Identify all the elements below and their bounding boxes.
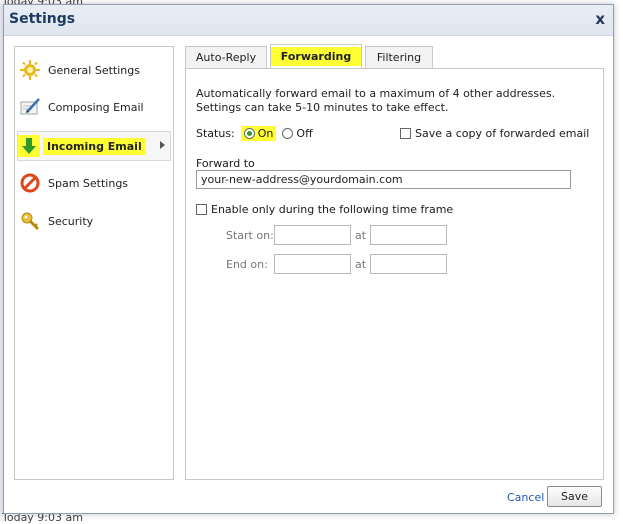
status-on-radio[interactable] — [243, 127, 255, 139]
start-time-input[interactable] — [370, 225, 447, 245]
sidebar-item-label: Composing Email — [48, 100, 144, 114]
status-on-option[interactable]: On — [240, 125, 277, 141]
start-on-row: Start on: at — [226, 225, 447, 245]
key-icon — [19, 210, 41, 232]
end-on-label: End on: — [226, 257, 268, 271]
prohibited-icon — [19, 172, 41, 194]
sidebar-item-spam-settings[interactable]: Spam Settings — [19, 170, 128, 196]
forward-to-label: Forward to — [196, 157, 255, 170]
save-copy-checkbox[interactable] — [400, 128, 411, 139]
pencil-paper-icon — [19, 96, 41, 118]
cancel-link[interactable]: Cancel — [507, 491, 544, 504]
sidebar-item-composing-email[interactable]: Composing Email — [19, 94, 144, 120]
save-copy-label: Save a copy of forwarded email — [415, 127, 590, 140]
tab-forwarding[interactable]: Forwarding — [270, 44, 362, 68]
settings-sidebar: General Settings Composing Email Incomin… — [14, 46, 174, 480]
tab-label: Auto-Reply — [195, 51, 257, 64]
save-button[interactable]: Save — [547, 486, 602, 507]
sidebar-item-incoming-email[interactable]: Incoming Email — [17, 131, 171, 161]
dialog-title: Settings — [9, 11, 76, 27]
end-time-input[interactable] — [370, 254, 447, 274]
save-copy-row: Save a copy of forwarded email — [400, 127, 589, 140]
forwarding-panel: Automatically forward email to a maximum… — [185, 68, 604, 480]
forward-to-input[interactable] — [196, 170, 571, 189]
enable-timeframe-label: Enable only during the following time fr… — [211, 203, 454, 216]
status-off-label: Off — [296, 126, 313, 140]
sidebar-item-general-settings[interactable]: General Settings — [19, 57, 140, 83]
settings-dialog: Settings x General Settings Composing Em… — [3, 4, 614, 514]
enable-timeframe-row: Enable only during the following time fr… — [196, 203, 453, 216]
start-date-input[interactable] — [274, 225, 351, 245]
dialog-titlebar: Settings x — [4, 5, 613, 36]
close-icon[interactable]: x — [595, 10, 605, 28]
status-label: Status: — [196, 126, 235, 140]
at-label: at — [354, 228, 367, 242]
end-date-input[interactable] — [274, 254, 351, 274]
tab-label: Filtering — [376, 51, 422, 64]
chevron-right-icon — [160, 141, 165, 149]
sidebar-item-security[interactable]: Security — [19, 208, 93, 234]
sidebar-item-label: Incoming Email — [43, 137, 146, 155]
tab-auto-reply[interactable]: Auto-Reply — [185, 46, 267, 68]
start-on-label: Start on: — [226, 228, 274, 242]
green-down-arrow-icon — [18, 135, 40, 157]
gear-sun-icon — [19, 59, 41, 81]
status-off-option[interactable]: Off — [282, 126, 313, 140]
enable-timeframe-checkbox[interactable] — [196, 204, 207, 215]
status-row: Status: On Off — [196, 125, 319, 141]
sidebar-item-label: Spam Settings — [48, 176, 129, 190]
sidebar-item-label: General Settings — [48, 63, 140, 77]
at-label: at — [354, 257, 367, 271]
forwarding-description: Automatically forward email to a maximum… — [196, 87, 556, 114]
status-off-radio[interactable] — [282, 127, 294, 139]
sidebar-item-label: Security — [48, 214, 94, 228]
status-on-label: On — [257, 126, 274, 140]
tab-filtering[interactable]: Filtering — [365, 46, 433, 68]
tab-label: Forwarding — [270, 47, 362, 66]
end-on-row: End on: at — [226, 254, 447, 274]
